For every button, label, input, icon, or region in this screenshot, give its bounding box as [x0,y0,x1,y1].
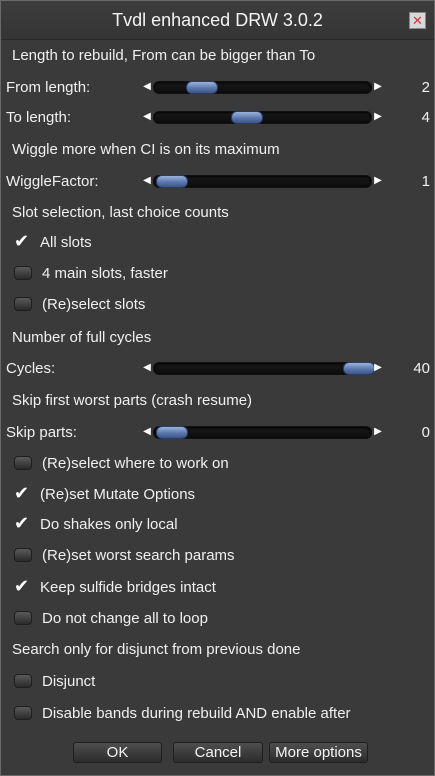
checkbox-shakes-local[interactable]: ✔ Do shakes only local [14,513,178,534]
slider-thumb[interactable] [156,426,188,439]
arrow-right-icon[interactable]: ▶ [372,109,384,125]
wiggle-factor-slider[interactable]: ◀ ▶ [141,173,384,189]
from-length-slider[interactable]: ◀ ▶ [141,79,384,95]
checkbox-reselect-slots[interactable]: (Re)select slots [14,294,145,314]
check-mark-icon: ✔ [14,513,30,533]
arrow-right-icon[interactable]: ▶ [372,424,384,440]
checkbox-box[interactable] [14,297,32,311]
close-button[interactable]: ✕ [409,12,426,29]
arrow-left-icon[interactable]: ◀ [141,173,153,189]
slider-track[interactable] [153,175,372,188]
checkbox-box[interactable] [14,706,32,720]
checkbox-box[interactable]: ✔ [14,576,30,596]
wiggle-factor-label: WiggleFactor: [6,173,99,190]
arrow-left-icon[interactable]: ◀ [141,79,153,95]
slider-track[interactable] [153,426,372,439]
arrow-left-icon[interactable]: ◀ [141,109,153,125]
checkbox-label: Disable bands during rebuild AND enable … [42,704,351,722]
slider-track[interactable] [153,362,375,375]
section-disjunct-label: Search only for disjunct from previous d… [12,641,301,658]
checkbox-label: (Re)select where to work on [42,454,229,472]
checkbox-disjunct[interactable]: Disjunct [14,671,95,691]
checkbox-reset-worst[interactable]: (Re)set worst search params [14,545,235,565]
section-slots-label: Slot selection, last choice counts [12,204,229,221]
from-length-label: From length: [6,79,91,96]
checkbox-4-main-slots[interactable]: 4 main slots, faster [14,263,168,283]
cycles-value: 40 [413,360,430,377]
window-title: Tvdl enhanced DRW 3.0.2 [112,10,323,30]
checkbox-box[interactable] [14,266,32,280]
slider-thumb[interactable] [230,111,263,124]
slider-thumb[interactable] [343,362,375,375]
to-length-value: 4 [421,109,430,126]
cancel-button[interactable]: Cancel [173,742,263,763]
slider-thumb[interactable] [156,175,188,188]
checkbox-all-slots[interactable]: ✔ All slots [14,231,92,252]
checkbox-reset-mutate[interactable]: ✔ (Re)set Mutate Options [14,483,196,504]
check-mark-icon: ✔ [14,576,30,596]
slider-track[interactable] [153,111,372,124]
section-skip-label: Skip first worst parts (crash resume) [12,392,253,409]
slider-thumb[interactable] [185,81,218,94]
checkbox-label: Do shakes only local [40,515,178,533]
checkbox-label: Disjunct [42,672,96,690]
section-cycles-label: Number of full cycles [12,329,152,346]
dialog-window: Tvdl enhanced DRW 3.0.2 ✕ Length to rebu… [0,0,435,776]
slider-track[interactable] [153,81,372,94]
cycles-slider[interactable]: ◀ ▶ [141,360,384,376]
section-wiggle-label: Wiggle more when CI is on its maximum [12,141,280,158]
checkbox-box[interactable] [14,674,32,688]
arrow-right-icon[interactable]: ▶ [372,360,384,376]
checkbox-label: All slots [40,233,92,251]
arrow-right-icon[interactable]: ▶ [372,173,384,189]
skip-parts-slider[interactable]: ◀ ▶ [141,424,384,440]
skip-parts-label: Skip parts: [6,424,77,441]
checkbox-label: (Re)select slots [42,295,146,313]
checkbox-reselect-work[interactable]: (Re)select where to work on [14,453,229,473]
checkbox-label: (Re)set Mutate Options [40,485,196,503]
arrow-right-icon[interactable]: ▶ [372,79,384,95]
ok-button[interactable]: OK [73,742,162,763]
checkbox-box[interactable] [14,548,32,562]
to-length-label: To length: [6,109,72,126]
checkbox-box[interactable]: ✔ [14,483,30,503]
checkbox-label: (Re)set worst search params [42,546,235,564]
arrow-left-icon[interactable]: ◀ [141,360,153,376]
checkbox-disable-bands[interactable]: Disable bands during rebuild AND enable … [14,703,351,723]
more-options-button[interactable]: More options [269,742,368,763]
to-length-slider[interactable]: ◀ ▶ [141,109,384,125]
section-length-label: Length to rebuild, From can be bigger th… [12,47,316,64]
checkbox-box[interactable] [14,611,32,625]
checkbox-sulfide-bridges[interactable]: ✔ Keep sulfide bridges intact [14,576,216,597]
checkbox-label: Do not change all to loop [42,609,208,627]
checkbox-box[interactable] [14,456,32,470]
checkbox-label: 4 main slots, faster [42,264,168,282]
arrow-left-icon[interactable]: ◀ [141,424,153,440]
skip-parts-value: 0 [421,424,430,441]
checkbox-label: Keep sulfide bridges intact [40,578,216,596]
from-length-value: 2 [421,79,430,96]
check-mark-icon: ✔ [14,483,30,503]
cycles-label: Cycles: [6,360,56,377]
check-mark-icon: ✔ [14,231,30,251]
checkbox-no-loop[interactable]: Do not change all to loop [14,608,208,628]
title-bar[interactable]: Tvdl enhanced DRW 3.0.2 ✕ [1,1,434,40]
close-icon: ✕ [412,13,423,28]
checkbox-box[interactable]: ✔ [14,231,30,251]
wiggle-factor-value: 1 [421,173,430,190]
checkbox-box[interactable]: ✔ [14,513,30,533]
